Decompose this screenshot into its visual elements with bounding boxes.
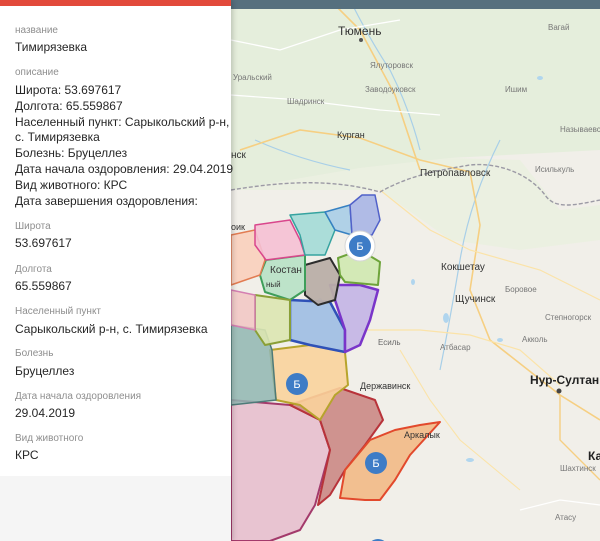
city-zavodoukovsk: Заводоуковск [365, 85, 416, 94]
latitude-label: Широта [15, 221, 51, 232]
city-nsk: нск [231, 150, 247, 161]
info-panel: название Тимирязевка описание Широта: 53… [0, 0, 234, 541]
latitude-value: 53.697617 [15, 236, 72, 250]
description-line: Вид животного: КРС [15, 178, 128, 192]
city-karaganda: Ка [588, 449, 600, 463]
name-value: Тимирязевка [15, 40, 88, 54]
city-atasu: Атасу [555, 513, 576, 522]
description-line: Населенный пункт: Сарыкольский р-н, [15, 115, 230, 129]
city-nur-sultan-dot [556, 388, 562, 394]
city-pik: оик [231, 222, 245, 232]
disease-value: Бруцеллез [15, 364, 75, 378]
marker-label: Б [372, 458, 379, 470]
city-uralsky: Уральский [233, 73, 272, 82]
city-ishim: Ишим [505, 85, 527, 94]
marker-label: Б [356, 241, 363, 253]
city-tyumen: Тюмень [338, 24, 381, 38]
city-vagay: Вагай [548, 23, 569, 32]
description-line: Дата завершения оздоровления: [15, 194, 198, 208]
panel-footer [0, 476, 231, 541]
description-line: Долгота: 65.559867 [15, 99, 123, 113]
settlement-label: Населенный пункт [15, 306, 102, 317]
city-borovoe: Боровое [505, 285, 537, 294]
city-shadrinsk: Шадринск [287, 97, 325, 106]
map-marker[interactable]: Б [286, 373, 308, 395]
settlement-value: Сарыкольский р-н, с. Тимирязевка [15, 322, 208, 336]
marker-label: Б [293, 379, 300, 391]
city-shakhtinsk: Шахтинск [560, 464, 596, 473]
city-stepnogorsk: Степногорск [545, 313, 592, 322]
city-akkol: Акколь [522, 335, 548, 344]
map-marker-selected[interactable]: Б [344, 230, 376, 262]
city-arkalyk: Аркалык [404, 430, 440, 440]
city-rudny: ный [266, 280, 281, 289]
disease-label: Болезнь [15, 348, 54, 359]
animal-label: Вид животного [15, 433, 84, 444]
city-nur-sultan: Нур-Султан [530, 373, 599, 387]
description-label: описание [15, 67, 59, 78]
city-kokshetau: Кокшетау [441, 262, 485, 273]
name-label: название [15, 25, 58, 36]
city-kurgan: Курган [337, 130, 365, 140]
animal-value: КРС [15, 448, 39, 462]
city-yalutorovsk: Ялуторовск [370, 61, 414, 70]
city-atbasar: Атбасар [440, 343, 471, 352]
description-line: Дата начала оздоровления: 29.04.2019 [15, 162, 234, 176]
map-top-bar [231, 0, 600, 9]
start-date-value: 29.04.2019 [15, 406, 76, 420]
panel-body: название Тимирязевка описание Широта: 53… [0, 6, 234, 476]
description-line: с. Тимирязевка [15, 130, 100, 144]
city-isilkul: Исилькуль [535, 165, 574, 174]
city-nazyvaevsk: Называевск [560, 125, 600, 134]
city-esil: Есиль [378, 338, 401, 347]
city-derzhavinsk: Державинск [360, 381, 410, 391]
city-kostanay: Костан [270, 265, 302, 276]
city-schuchinsk: Щучинск [455, 294, 496, 305]
city-petropavlovsk: Петропавловск [420, 168, 491, 179]
description-line: Болезнь: Бруцеллез [15, 146, 128, 160]
start-date-label: Дата начала оздоровления [15, 391, 142, 402]
city-tyumen-dot [359, 38, 363, 42]
description-line: Широта: 53.697617 [15, 83, 122, 97]
longitude-value: 65.559867 [15, 279, 72, 293]
map-marker[interactable]: Б [365, 452, 387, 474]
longitude-label: Долгота [15, 264, 52, 275]
